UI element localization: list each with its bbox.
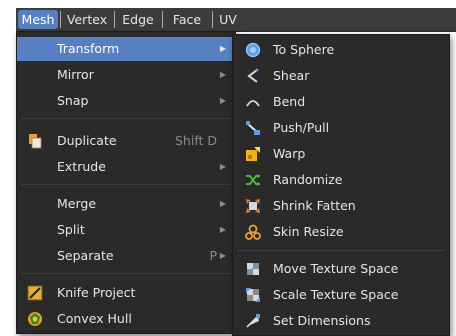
header-separator [114, 11, 115, 28]
tab-face[interactable]: Face [164, 10, 210, 29]
submenu-arrow-icon: ▶ [219, 251, 226, 260]
menu-item-split[interactable]: Split ▶ [17, 218, 235, 242]
shrink-fatten-icon [245, 198, 261, 214]
submenu-arrow-icon: ▶ [219, 162, 226, 171]
menu-item-label: Push/Pull [273, 120, 330, 135]
menu-item-merge[interactable]: Merge ▶ [17, 192, 235, 216]
menu-item-label: Shrink Fatten [273, 198, 356, 213]
menu-item-knife-project[interactable]: Knife Project [17, 281, 235, 305]
tab-edge[interactable]: Edge [116, 10, 160, 29]
skin-resize-icon [245, 224, 261, 240]
menu-item-skin-resize[interactable]: Skin Resize [233, 220, 449, 244]
menu-item-duplicate[interactable]: Duplicate Shift D [17, 129, 235, 153]
menu-divider [21, 184, 231, 185]
menu-item-label: Warp [273, 146, 306, 161]
menu-item-label: Snap [57, 93, 89, 108]
header-menu-bar: Mesh Vertex Edge Face UV [16, 8, 456, 32]
menu-item-mirror[interactable]: Mirror ▶ [17, 63, 235, 87]
menu-item-label: Randomize [273, 172, 343, 187]
menu-item-label: Shear [273, 68, 310, 83]
menu-item-transform[interactable]: Transform ▶ [17, 37, 235, 61]
menu-item-warp[interactable]: Warp [233, 142, 449, 166]
header-separator [60, 11, 61, 28]
menu-item-label: Extrude [57, 159, 106, 174]
submenu-arrow-icon: ▶ [219, 96, 226, 105]
menu-item-bend[interactable]: Bend [233, 90, 449, 114]
header-separator [212, 11, 213, 28]
menu-item-shear[interactable]: Shear [233, 64, 449, 88]
move-texture-space-icon [245, 261, 261, 277]
menu-divider [21, 273, 231, 274]
scale-texture-space-icon [245, 287, 261, 303]
to-sphere-icon [245, 42, 261, 58]
menu-item-shrink-fatten[interactable]: Shrink Fatten [233, 194, 449, 218]
menu-item-label: Scale Texture Space [273, 287, 399, 302]
menu-item-label: Set Dimensions [273, 313, 371, 328]
warp-icon [245, 146, 261, 162]
randomize-icon [245, 172, 261, 188]
menu-item-label: Separate [57, 248, 114, 263]
submenu-arrow-icon: ▶ [219, 44, 226, 53]
menu-item-label: Duplicate [57, 133, 117, 148]
menu-item-label: Split [57, 222, 85, 237]
submenu-arrow-icon: ▶ [219, 199, 226, 208]
menu-divider [21, 118, 231, 119]
submenu-arrow-icon: ▶ [219, 70, 226, 79]
menu-item-label: Knife Project [57, 285, 136, 300]
menu-item-randomize[interactable]: Randomize [233, 168, 449, 192]
submenu-arrow-icon: ▶ [219, 225, 226, 234]
set-dimensions-icon [245, 313, 261, 329]
menu-item-move-texture-space[interactable]: Move Texture Space [233, 257, 449, 281]
menu-item-scale-texture-space[interactable]: Scale Texture Space [233, 283, 449, 307]
menu-item-snap[interactable]: Snap ▶ [17, 89, 235, 113]
duplicate-icon [27, 133, 43, 149]
menu-item-label: Merge [57, 196, 97, 211]
menu-item-extrude[interactable]: Extrude ▶ [17, 155, 235, 179]
menu-item-convex-hull[interactable]: Convex Hull [17, 307, 235, 331]
push-pull-icon [245, 120, 261, 136]
tab-vertex[interactable]: Vertex [62, 10, 112, 29]
transform-submenu: To Sphere Shear Bend Push/Pull Warp Rand… [232, 34, 450, 336]
menu-item-push-pull[interactable]: Push/Pull [233, 116, 449, 140]
shear-icon [245, 68, 261, 84]
shortcut-hint: Shift D [174, 133, 217, 148]
tab-mesh[interactable]: Mesh [18, 10, 58, 29]
menu-divider [237, 250, 445, 251]
menu-item-label: Move Texture Space [273, 261, 399, 276]
menu-item-label: Mirror [57, 67, 94, 82]
menu-item-label: To Sphere [273, 42, 335, 57]
shortcut-hint: P [209, 248, 217, 263]
menu-item-to-sphere[interactable]: To Sphere [233, 38, 449, 62]
blender-edit-mode-ui: Mesh Vertex Edge Face UV Transform ▶ Mir… [0, 0, 456, 336]
knife-project-icon [27, 285, 43, 301]
mesh-menu: Transform ▶ Mirror ▶ Snap ▶ Duplicate Sh… [16, 31, 236, 334]
menu-item-set-dimensions[interactable]: Set Dimensions [233, 309, 449, 333]
header-separator [162, 11, 163, 28]
menu-item-separate[interactable]: Separate P ▶ [17, 244, 235, 268]
bend-icon [245, 94, 261, 110]
convex-hull-icon [27, 311, 43, 327]
tab-uv[interactable]: UV [214, 10, 242, 29]
menu-item-label: Bend [273, 94, 306, 109]
menu-item-label: Convex Hull [57, 311, 132, 326]
menu-item-label: Skin Resize [273, 224, 344, 239]
menu-item-label: Transform [57, 41, 120, 56]
